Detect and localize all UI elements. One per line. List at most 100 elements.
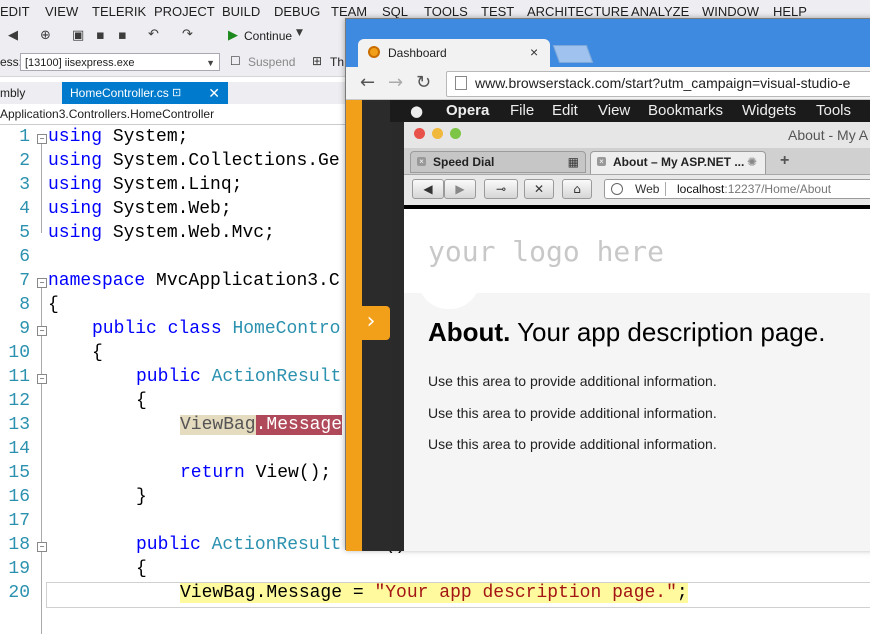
save-icon[interactable]: ▪ xyxy=(96,28,105,43)
address-bar[interactable]: www.browserstack.com/start?utm_campaign=… xyxy=(446,71,870,97)
browser-tab-dashboard[interactable]: Dashboard × xyxy=(358,39,550,67)
tab-assembly[interactable]: mbly xyxy=(0,86,25,100)
process-select[interactable]: [13100] iisexpress.exe ▼ xyxy=(20,53,220,71)
tab-about[interactable]: × About – My ASP.NET ... ✺ xyxy=(590,151,766,174)
close-window-icon[interactable] xyxy=(414,128,425,139)
forward-arrow-icon[interactable]: ▶ xyxy=(444,179,476,199)
new-tab-button[interactable] xyxy=(552,45,594,63)
globe-icon xyxy=(611,183,623,195)
menu-debug[interactable]: DEBUG xyxy=(274,4,320,19)
menu-tools[interactable]: Tools xyxy=(816,100,851,122)
back-icon[interactable]: ◀ xyxy=(8,28,18,43)
line-number: 13 xyxy=(8,415,30,435)
address-url: www.browserstack.com/start?utm_campaign=… xyxy=(475,75,851,91)
fold-toggle-icon[interactable]: − xyxy=(37,374,47,384)
menu-help[interactable]: HELP xyxy=(773,4,807,19)
code-line-5: using System.Web.Mvc; xyxy=(48,223,275,243)
address-scheme-label: Web xyxy=(635,182,660,196)
line-number: 11 xyxy=(8,367,30,387)
menu-view[interactable]: View xyxy=(598,100,630,122)
new-tab-icon[interactable]: + xyxy=(780,152,789,170)
menu-file[interactable]: File xyxy=(510,100,534,122)
browser-window: Dashboard × ← → ↻ www.browserstack.com/s… xyxy=(345,18,870,551)
menu-architecture[interactable]: ARCHITECTURE xyxy=(527,4,629,19)
line-number: 6 xyxy=(19,247,30,267)
menu-team[interactable]: TEAM xyxy=(331,4,367,19)
suspend-button[interactable]: Suspend xyxy=(248,55,295,69)
menu-project[interactable]: PROJECT xyxy=(154,4,215,19)
browser-tabstrip: Dashboard × xyxy=(346,19,870,67)
line-number: 1 xyxy=(19,127,30,147)
close-icon[interactable]: ✕ xyxy=(208,82,220,104)
apple-icon[interactable]: ● xyxy=(410,100,423,122)
menu-window[interactable]: WINDOW xyxy=(702,4,759,19)
mac-menubar: ● Opera File Edit View Bookmarks Widgets… xyxy=(390,100,870,122)
opera-tabbar: × Speed Dial ▦ × About – My ASP.NET ... … xyxy=(404,148,870,175)
new-item-icon[interactable]: ⊕ xyxy=(40,28,51,43)
thread-label: Th xyxy=(330,55,345,69)
code-line-16: } xyxy=(136,487,147,507)
close-icon[interactable]: × xyxy=(597,157,606,166)
header-tab-shape xyxy=(418,269,480,309)
continue-button[interactable]: Continue xyxy=(244,29,292,43)
fold-guide xyxy=(41,135,42,233)
line-number: 14 xyxy=(8,439,30,459)
menu-tools[interactable]: TOOLS xyxy=(424,4,468,19)
line-number: 17 xyxy=(8,511,30,531)
back-arrow-icon[interactable]: ← xyxy=(360,72,375,93)
save-all-icon[interactable]: ▪ xyxy=(118,28,127,43)
minimize-window-icon[interactable] xyxy=(432,128,443,139)
fold-toggle-icon[interactable]: − xyxy=(37,542,47,552)
menu-test[interactable]: TEST xyxy=(481,4,514,19)
menu-opera[interactable]: Opera xyxy=(446,100,489,122)
open-icon[interactable]: ▣ xyxy=(72,28,84,43)
line-number: 3 xyxy=(19,175,30,195)
redo-icon[interactable]: ↷ xyxy=(182,27,193,42)
tab-speed-dial[interactable]: × Speed Dial ▦ xyxy=(410,151,586,173)
opera-address-bar[interactable]: Web localhost:12237/Home/About xyxy=(604,179,870,199)
menu-edit[interactable]: Edit xyxy=(552,100,578,122)
zoom-window-icon[interactable] xyxy=(450,128,461,139)
menu-telerik[interactable]: TELERIK xyxy=(92,4,146,19)
menu-analyze[interactable]: ANALYZE xyxy=(631,4,689,19)
menu-bookmarks[interactable]: Bookmarks xyxy=(648,100,723,122)
chevron-down-icon[interactable]: ▼ xyxy=(296,28,303,38)
line-number: 8 xyxy=(19,295,30,315)
stop-icon[interactable]: ✕ xyxy=(524,179,554,199)
close-icon[interactable]: × xyxy=(530,44,538,60)
undo-icon[interactable]: ↶ xyxy=(148,27,159,42)
continue-play-icon[interactable]: ▶ xyxy=(228,28,238,43)
type-navigation-bar[interactable]: Application3.Controllers.HomeController xyxy=(0,104,345,125)
fold-toggle-icon[interactable]: − xyxy=(37,278,47,288)
code-line-2: using System.Collections.Ge xyxy=(48,151,340,171)
site-logo[interactable]: your logo here xyxy=(428,235,664,268)
body-paragraph: Use this area to provide additional info… xyxy=(428,436,717,452)
menu-view[interactable]: VIEW xyxy=(45,4,78,19)
home-icon[interactable]: ⌂ xyxy=(562,179,592,199)
nav-path: Application3.Controllers.HomeController xyxy=(0,107,215,121)
menu-widgets[interactable]: Widgets xyxy=(742,100,796,122)
browser-tab-title: Dashboard xyxy=(388,46,447,60)
menu-build[interactable]: BUILD xyxy=(222,4,260,19)
fold-toggle-icon[interactable]: − xyxy=(37,134,47,144)
code-line-4: using System.Web; xyxy=(48,199,232,219)
browserstack-favicon-icon xyxy=(368,46,380,58)
suspend-icon[interactable]: ☐ xyxy=(230,54,241,68)
browser-toolbar: ← → ↻ www.browserstack.com/start?utm_cam… xyxy=(346,67,870,100)
process-value: [13100] iisexpress.exe xyxy=(25,57,135,69)
line-number: 2 xyxy=(19,151,30,171)
menu-sql[interactable]: SQL xyxy=(382,4,408,19)
line-number: 4 xyxy=(19,199,30,219)
pin-icon[interactable]: ⊡ xyxy=(172,82,181,104)
menu-edit[interactable]: EDIT xyxy=(0,4,30,19)
line-number: 5 xyxy=(19,223,30,243)
tab-homecontroller[interactable]: HomeController.cs ⊡ ✕ xyxy=(62,82,228,104)
code-line-9: public class HomeContro xyxy=(92,319,341,339)
forward-arrow-icon[interactable]: → xyxy=(388,72,403,93)
key-icon[interactable]: ⊸ xyxy=(484,179,518,199)
close-icon[interactable]: × xyxy=(417,157,426,166)
chevron-right-icon[interactable]: › xyxy=(352,306,390,340)
reload-icon[interactable]: ↻ xyxy=(416,72,431,93)
fold-toggle-icon[interactable]: − xyxy=(37,326,47,336)
back-arrow-icon[interactable]: ◀ xyxy=(412,179,444,199)
